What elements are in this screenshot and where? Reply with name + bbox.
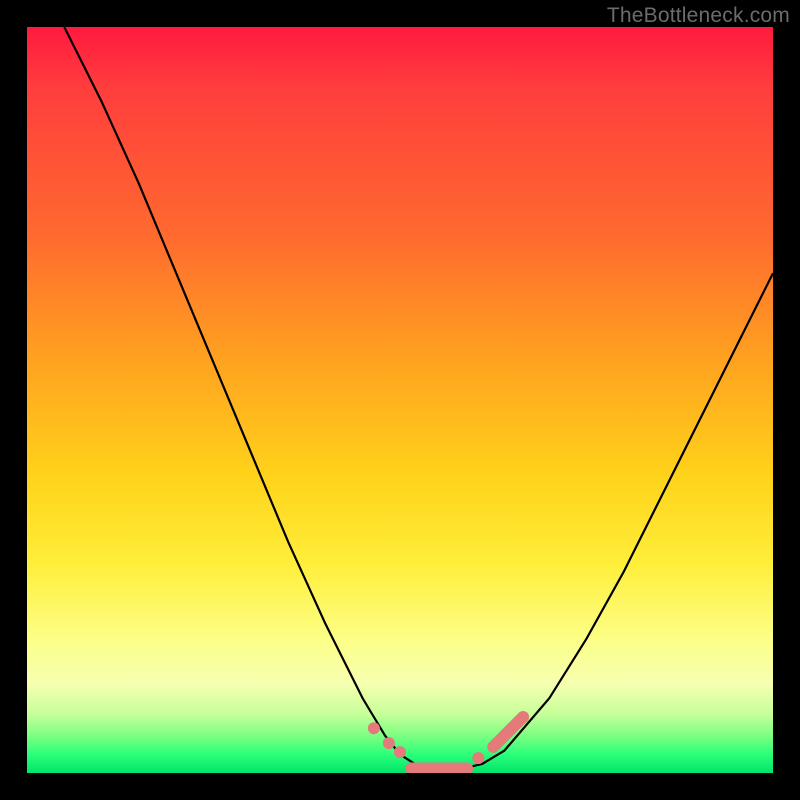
marker-dot	[368, 722, 380, 734]
chart-frame: TheBottleneck.com	[0, 0, 800, 800]
plot-area	[27, 27, 773, 773]
curve-svg	[27, 27, 773, 773]
bottleneck-curve	[64, 27, 773, 769]
marker-dot	[472, 752, 484, 764]
marker-group	[368, 717, 523, 768]
marker-dot	[394, 746, 406, 758]
marker-right-segment	[493, 717, 523, 747]
watermark-text: TheBottleneck.com	[607, 4, 790, 28]
marker-dot	[383, 737, 395, 749]
